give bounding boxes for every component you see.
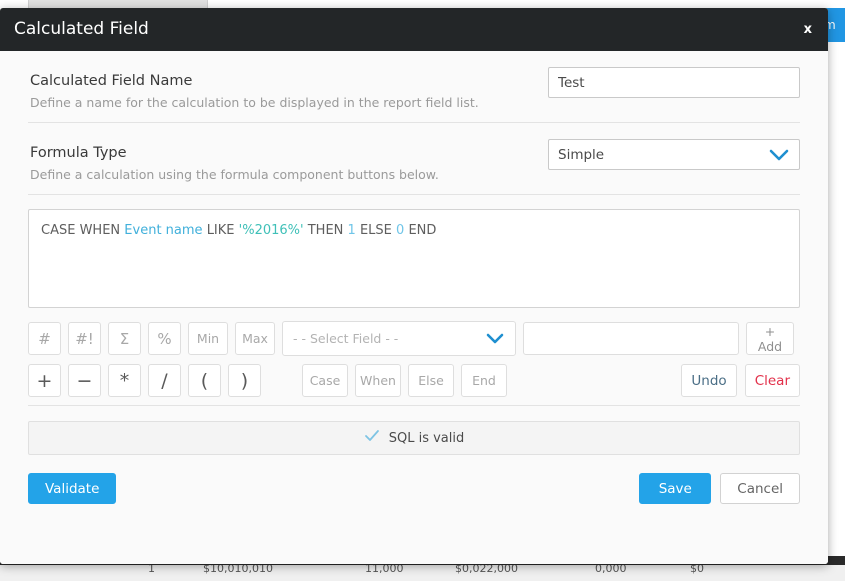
background-table-cell: 0,000 [595,565,627,575]
multiply-button[interactable]: * [108,364,141,397]
plus-button[interactable]: + [28,364,61,397]
add-button[interactable]: + Add [746,322,794,355]
percent-button[interactable]: % [148,322,181,355]
formula-textarea[interactable]: CASE WHEN Event name LIKE '%2016%' THEN … [28,209,800,308]
background-table-cell: $0,022,000 [455,565,518,575]
close-icon[interactable]: x [800,8,816,51]
undo-button[interactable]: Undo [681,364,737,397]
dialog-footer: Validate Save Cancel [28,455,800,504]
divide-button[interactable]: / [148,364,181,397]
count-button[interactable]: # [28,322,61,355]
formula-type-select-value[interactable] [548,139,800,170]
dialog-title: Calculated Field [14,19,149,39]
status-message: SQL is valid [388,430,465,446]
value-input[interactable] [523,322,739,355]
else-button[interactable]: Else [408,364,454,397]
toolbar-actions: Undo Clear [681,364,800,397]
select-field-dropdown[interactable]: - - Select Field - - [282,321,516,356]
status-badge: SQL is valid [28,421,800,455]
validation-section: SQL is valid [28,405,800,455]
close-paren-button[interactable]: ) [228,364,261,397]
min-button[interactable]: Min [188,322,228,355]
formula-token-kw: WHEN [79,223,121,238]
formula-token-string: '%2016%' [238,223,304,238]
chevron-down-icon [485,331,505,350]
background-table-cell: $10,010,010 [203,565,273,575]
dialog-header: Calculated Field x [0,8,828,51]
formula-editor-section: CASE WHEN Event name LIKE '%2016%' THEN … [28,194,800,308]
formula-token-kw: END [408,223,437,238]
formula-token-kw: ELSE [359,223,392,238]
formula-token-kw: CASE [41,223,76,238]
dialog-body: Calculated Field Name Define a name for … [0,51,828,564]
end-button[interactable]: End [461,364,507,397]
minus-button[interactable]: − [68,364,101,397]
max-button[interactable]: Max [235,322,275,355]
toolbar-row-functions: # #! Σ % Min Max - - Select Field - - + … [28,321,800,356]
count-distinct-button[interactable]: #! [68,322,101,355]
background-table-cell: $0 [690,565,704,575]
case-button[interactable]: Case [302,364,348,397]
when-button[interactable]: When [355,364,401,397]
formula-token-number: 1 [347,223,356,238]
field-row-formula-type: Formula Type Define a calculation using … [28,122,800,194]
formula-type-select[interactable] [548,139,800,170]
calculated-field-dialog: Calculated Field x Calculated Field Name… [0,8,828,564]
background-table-row: 1 $10,010,010 11,000 $0,022,000 0,000 $0 [0,565,845,581]
calculated-field-name-control [548,67,800,98]
formula-token-field: Event name [124,223,203,238]
open-paren-button[interactable]: ( [188,364,221,397]
save-button[interactable]: Save [639,473,712,504]
dialog-footer-actions: Save Cancel [639,473,800,504]
calculated-field-name-input[interactable] [548,67,800,98]
formula-token-kw: THEN [307,223,344,238]
formula-toolbar: # #! Σ % Min Max - - Select Field - - + … [28,308,800,397]
toolbar-row-operators: + − * / ( ) Case When Else End Undo Clea… [28,364,800,397]
background-table-cell: 1 [148,565,155,575]
clear-button[interactable]: Clear [744,364,800,397]
select-field-value: - - Select Field - - [293,331,399,346]
formula-type-control [548,139,800,170]
background-table-cell: 11,000 [365,565,404,575]
field-row-name: Calculated Field Name Define a name for … [28,51,800,122]
cancel-button[interactable]: Cancel [720,473,800,504]
sum-button[interactable]: Σ [108,322,141,355]
formula-token-kw: LIKE [206,223,235,238]
validate-button[interactable]: Validate [28,473,117,504]
check-icon [364,429,380,447]
